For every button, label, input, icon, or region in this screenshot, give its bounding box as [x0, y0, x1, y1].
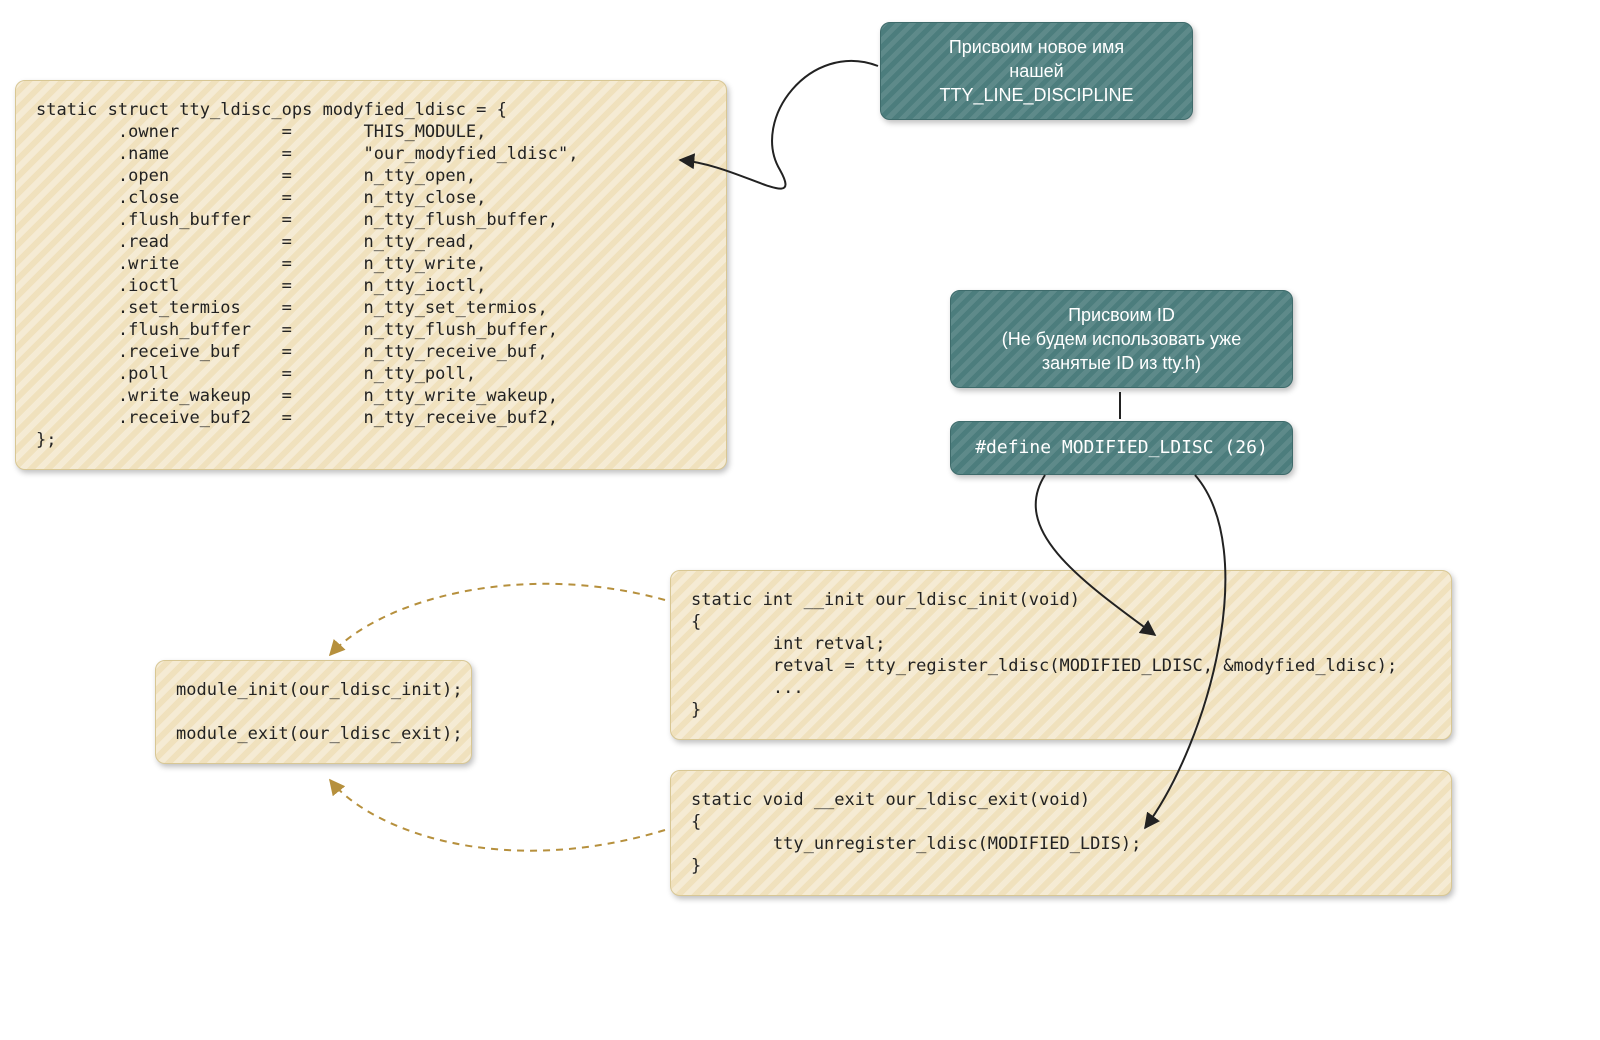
arrow-init-to-macro — [330, 584, 665, 655]
code-exit-text: static void __exit our_ldisc_exit(void) … — [671, 771, 1451, 895]
code-init: static int __init our_ldisc_init(void) {… — [670, 570, 1452, 740]
note-define: #define MODIFIED_LDISC (26) — [950, 421, 1293, 475]
code-exit: static void __exit our_ldisc_exit(void) … — [670, 770, 1452, 896]
note-assign-id: Присвоим ID (Не будем использовать уже з… — [950, 290, 1293, 388]
note-assign-id-line2: (Не будем использовать уже — [969, 327, 1274, 351]
note-assign-name-line3: TTY_LINE_DISCIPLINE — [899, 83, 1174, 107]
code-module-macros-text: module_init(our_ldisc_init); module_exit… — [156, 661, 471, 763]
note-assign-id-line3: занятые ID из tty.h) — [969, 351, 1274, 375]
arrow-exit-to-macro — [330, 780, 665, 851]
note-assign-name: Присвоим новое имя нашей TTY_LINE_DISCIP… — [880, 22, 1193, 120]
note-assign-name-line1: Присвоим новое имя — [899, 35, 1174, 59]
note-define-text: #define MODIFIED_LDISC (26) — [975, 437, 1268, 458]
code-struct: static struct tty_ldisc_ops modyfied_ldi… — [15, 80, 727, 470]
note-assign-name-line2: нашей — [899, 59, 1174, 83]
code-init-text: static int __init our_ldisc_init(void) {… — [671, 571, 1451, 739]
code-struct-text: static struct tty_ldisc_ops modyfied_ldi… — [16, 81, 726, 469]
note-assign-id-line1: Присвоим ID — [969, 303, 1274, 327]
code-module-macros: module_init(our_ldisc_init); module_exit… — [155, 660, 472, 764]
